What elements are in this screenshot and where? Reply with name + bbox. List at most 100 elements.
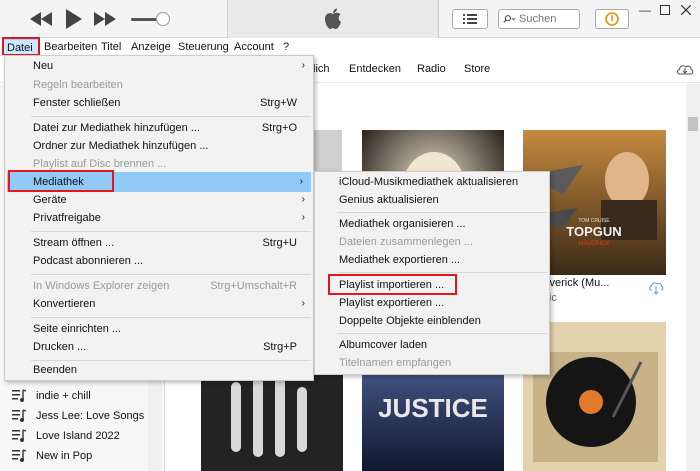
close-button[interactable]	[676, 0, 696, 20]
submenu-item-mediathek-organisieren[interactable]: Mediathek organisieren ...	[315, 214, 549, 234]
playlist-icon	[12, 389, 27, 402]
menu-separator	[337, 272, 547, 273]
previous-icon	[30, 12, 52, 26]
cover-title: JUSTICE	[378, 393, 488, 423]
volume-slider-knob[interactable]	[156, 12, 170, 26]
menu-separator	[31, 231, 311, 232]
menu-separator	[337, 333, 547, 334]
sidebar-playlist-item[interactable]: Jess Lee: Love Songs	[12, 407, 144, 425]
menu-separator	[337, 212, 547, 213]
menu-separator	[31, 116, 311, 117]
submenu-item-doppelte-objekte[interactable]: Doppelte Objekte einblenden	[315, 311, 549, 331]
menu-item-label: Podcast abonnieren ...	[33, 255, 144, 267]
tab-mediathek[interactable]: lich	[313, 63, 330, 75]
sidebar-playlist-item[interactable]: indie + chill	[12, 387, 91, 405]
menu-titel[interactable]: Titel	[101, 39, 121, 55]
menu-item-label: Privatfreigabe	[33, 212, 101, 224]
submenu-item-albumcover-laden[interactable]: Albumcover laden	[315, 335, 549, 355]
submenu-item-genius-aktualisieren[interactable]: Genius aktualisieren	[315, 190, 549, 210]
submenu-item-mediathek-exportieren[interactable]: Mediathek exportieren ...	[315, 250, 549, 270]
play-icon	[66, 9, 82, 29]
tab-entdecken[interactable]: Entdecken	[349, 63, 401, 75]
account-button[interactable]	[595, 9, 629, 29]
datei-callout-box	[2, 37, 40, 56]
menu-item-geraete[interactable]: Geräte ›	[5, 190, 313, 210]
menu-item-datei-hinzufuegen[interactable]: Datei zur Mediathek hinzufügen ... Strg+O	[5, 118, 313, 138]
menu-item-label: Genius aktualisieren	[339, 194, 439, 206]
menu-item-stream-oeffnen[interactable]: Stream öffnen ... Strg+U	[5, 233, 313, 253]
menu-item-label: Albumcover laden	[339, 339, 428, 351]
playlist-icon	[12, 429, 27, 442]
playlist-label: New in Pop	[36, 450, 93, 462]
menu-item-label: Konvertieren	[33, 298, 96, 310]
menu-item-label: Neu	[33, 60, 54, 72]
submenu-item-dateien-zusammenlegen: Dateien zusammenlegen ...	[315, 232, 549, 252]
menu-item-label: Geräte	[33, 194, 67, 206]
menu-help[interactable]: ?	[283, 39, 289, 55]
menu-bearbeiten[interactable]: Bearbeiten	[44, 39, 97, 55]
menu-item-shortcut: Strg+W	[260, 97, 297, 109]
menu-separator	[31, 317, 311, 318]
menu-item-label: Datei zur Mediathek hinzufügen ...	[33, 122, 200, 134]
menu-item-shortcut: Strg+U	[262, 237, 297, 249]
submenu-arrow-icon: ›	[301, 212, 305, 223]
cloud-download-icon[interactable]	[648, 281, 664, 295]
previous-button[interactable]	[30, 9, 52, 29]
submenu-arrow-icon: ›	[299, 176, 303, 187]
menu-item-seite-einrichten[interactable]: Seite einrichten ...	[5, 319, 313, 339]
search-input[interactable]	[519, 13, 579, 25]
search-box[interactable]	[498, 9, 580, 29]
sidebar-playlist-item[interactable]: New in Pop	[12, 447, 92, 465]
menu-item-label: Titelnamen empfangen	[339, 357, 452, 369]
maximize-button[interactable]	[655, 0, 675, 20]
mediathek-callout-box	[8, 170, 114, 192]
tab-store[interactable]: Store	[464, 63, 490, 75]
menu-item-label: Mediathek organisieren ...	[339, 218, 466, 230]
player-bar: —	[0, 0, 700, 38]
menu-item-label: Drucken ...	[33, 341, 87, 353]
status-display	[227, 0, 439, 38]
sidebar-playlist-item[interactable]: Love Island 2022	[12, 427, 120, 445]
search-icon	[503, 15, 516, 23]
menu-item-drucken[interactable]: Drucken ... Strg+P	[5, 337, 313, 357]
play-button[interactable]	[64, 9, 84, 29]
menu-item-fenster-schliessen[interactable]: Fenster schließen Strg+W	[5, 93, 313, 113]
menu-item-privatfreigabe[interactable]: Privatfreigabe ›	[5, 208, 313, 228]
mediathek-submenu: iCloud-Musikmediathek aktualisieren Geni…	[314, 171, 550, 375]
menu-item-beenden[interactable]: Beenden	[5, 360, 313, 380]
menu-account[interactable]: Account	[234, 39, 274, 55]
menu-item-ordner-hinzufuegen[interactable]: Ordner zur Mediathek hinzufügen ...	[5, 136, 313, 156]
apple-logo-icon	[325, 8, 341, 29]
playlist-icon	[12, 409, 27, 422]
submenu-item-playlist-exportieren[interactable]: Playlist exportieren ...	[315, 293, 549, 313]
tab-radio[interactable]: Radio	[417, 63, 446, 75]
content-scrollbar[interactable]	[686, 84, 700, 471]
menu-steuerung[interactable]: Steuerung	[178, 39, 229, 55]
menu-item-label: Mediathek exportieren ...	[339, 254, 461, 266]
next-button[interactable]	[94, 9, 116, 29]
menu-item-label: Regeln bearbeiten	[33, 79, 123, 91]
submenu-item-icloud-aktualisieren[interactable]: iCloud-Musikmediathek aktualisieren	[315, 172, 549, 192]
menu-item-label: Beenden	[33, 364, 78, 376]
menu-item-label: Doppelte Objekte einblenden	[339, 315, 481, 327]
submenu-item-titelnamen-empfangen: Titelnamen empfangen	[315, 353, 549, 373]
menu-item-konvertieren[interactable]: Konvertieren ›	[5, 294, 313, 314]
menu-item-regeln-bearbeiten: Regeln bearbeiten	[5, 75, 313, 95]
menu-item-label: Seite einrichten ...	[33, 323, 122, 335]
content-scrollbar-thumb[interactable]	[688, 117, 698, 131]
menu-bar: Datei Bearbeiten Titel Anzeige Steuerung…	[0, 38, 700, 55]
cloud-download-icon[interactable]	[676, 63, 694, 75]
cover-title: TOPGUN	[566, 224, 621, 239]
submenu-arrow-icon: ›	[301, 60, 305, 71]
minimize-icon: —	[639, 3, 651, 17]
menu-item-label: Playlist exportieren ...	[339, 297, 445, 309]
menu-item-podcast-abonnieren[interactable]: Podcast abonnieren ...	[5, 251, 313, 271]
menu-item-shortcut: Strg+Umschalt+R	[210, 280, 297, 292]
cover-subtitle: MAVERICK	[579, 241, 610, 247]
menu-item-shortcut: Strg+P	[263, 341, 297, 353]
menu-anzeige[interactable]: Anzeige	[131, 39, 171, 55]
list-view-button[interactable]	[452, 9, 488, 29]
menu-item-neu[interactable]: Neu ›	[5, 56, 313, 76]
playlist-importieren-callout-box	[328, 274, 457, 295]
minimize-button[interactable]: —	[635, 0, 655, 20]
